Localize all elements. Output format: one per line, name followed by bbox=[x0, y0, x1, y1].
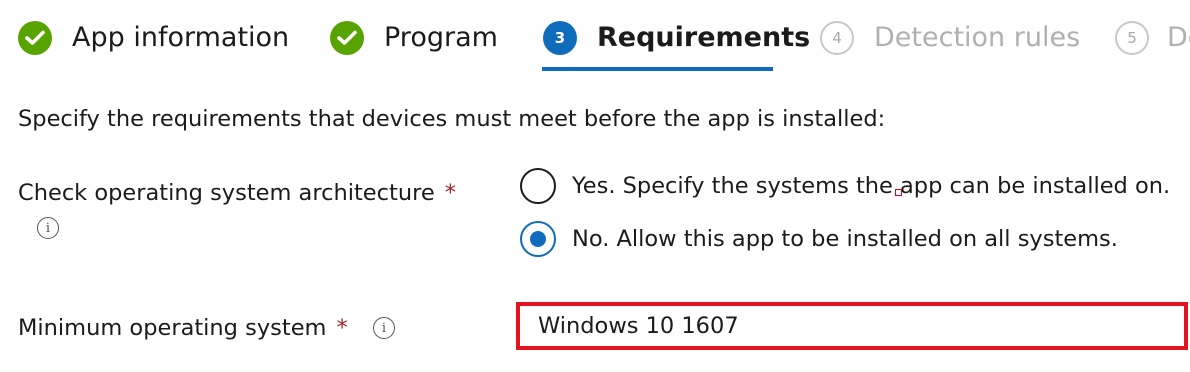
required-asterisk: * bbox=[444, 180, 456, 206]
step-number: 3 bbox=[543, 21, 577, 55]
step-label: App information bbox=[72, 22, 290, 53]
requirements-intro: Specify the requirements that devices mu… bbox=[18, 106, 886, 132]
info-icon[interactable]: i bbox=[373, 317, 395, 339]
step-number: 5 bbox=[1115, 21, 1149, 55]
info-icon[interactable]: i bbox=[37, 217, 59, 239]
step-label: De bbox=[1167, 22, 1190, 53]
radio-yes[interactable] bbox=[520, 168, 556, 204]
checkmark-icon bbox=[330, 21, 364, 55]
radio-no-label: No. Allow this app to be installed on al… bbox=[572, 226, 1118, 252]
wizard-steps: App information Program 3 Requirements 4… bbox=[0, 0, 1190, 80]
min-os-label: Minimum operating system bbox=[18, 315, 327, 341]
active-step-underline bbox=[542, 67, 773, 71]
step-number: 4 bbox=[820, 21, 854, 55]
step-detection-rules[interactable]: 4 Detection rules bbox=[820, 18, 1080, 58]
step-requirements[interactable]: 3 Requirements bbox=[543, 18, 810, 58]
checkmark-icon bbox=[18, 21, 52, 55]
cursor-marker bbox=[895, 189, 902, 196]
required-asterisk: * bbox=[336, 315, 348, 341]
step-label: Program bbox=[384, 22, 498, 53]
min-os-value: Windows 10 1607 bbox=[538, 313, 739, 339]
architecture-option-yes[interactable]: Yes. Specify the systems the app can be … bbox=[520, 167, 1170, 205]
step-5[interactable]: 5 De bbox=[1115, 18, 1190, 58]
min-os-label-row: Minimum operating system * bbox=[18, 311, 348, 345]
architecture-option-no[interactable]: No. Allow this app to be installed on al… bbox=[520, 220, 1118, 258]
step-label: Requirements bbox=[597, 22, 811, 53]
radio-selected-dot bbox=[530, 231, 546, 247]
architecture-label: Check operating system architecture bbox=[18, 180, 435, 206]
architecture-label-row: Check operating system architecture * bbox=[18, 176, 456, 210]
step-app-information[interactable]: App information bbox=[18, 18, 289, 58]
step-label: Detection rules bbox=[874, 22, 1081, 53]
step-program[interactable]: Program bbox=[330, 18, 498, 58]
radio-no[interactable] bbox=[520, 221, 556, 257]
radio-yes-label: Yes. Specify the systems the app can be … bbox=[572, 173, 1171, 199]
min-os-dropdown[interactable]: Windows 10 1607 bbox=[516, 302, 1188, 350]
